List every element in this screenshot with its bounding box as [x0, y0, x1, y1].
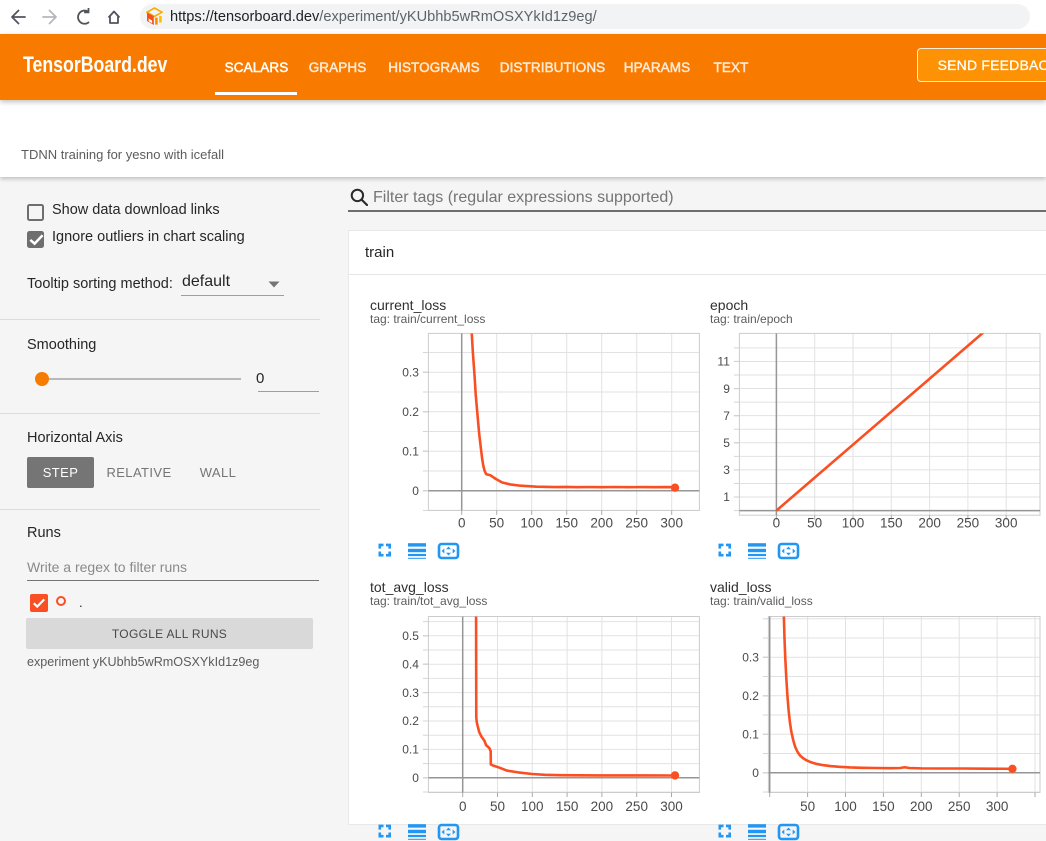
- svg-text:0: 0: [458, 516, 466, 531]
- svg-text:300: 300: [660, 799, 683, 814]
- svg-text:0.3: 0.3: [742, 651, 759, 665]
- svg-text:300: 300: [995, 516, 1018, 531]
- svg-text:150: 150: [555, 516, 578, 531]
- svg-text:50: 50: [800, 799, 815, 814]
- svg-text:0: 0: [412, 484, 419, 498]
- svg-text:0: 0: [773, 516, 781, 531]
- svg-text:150: 150: [556, 799, 579, 814]
- svg-text:200: 200: [591, 799, 614, 814]
- svg-text:0.2: 0.2: [402, 405, 419, 419]
- svg-text:0.1: 0.1: [742, 728, 759, 742]
- svg-text:50: 50: [807, 516, 822, 531]
- svg-text:50: 50: [490, 799, 505, 814]
- svg-text:150: 150: [880, 516, 903, 531]
- svg-text:9: 9: [723, 382, 730, 396]
- svg-text:100: 100: [520, 516, 543, 531]
- svg-text:200: 200: [910, 799, 933, 814]
- svg-text:1: 1: [723, 490, 730, 504]
- svg-text:250: 250: [625, 516, 648, 531]
- svg-text:100: 100: [834, 799, 857, 814]
- svg-text:0: 0: [752, 766, 759, 780]
- svg-text:100: 100: [842, 516, 865, 531]
- svg-text:200: 200: [590, 516, 613, 531]
- svg-text:0: 0: [459, 799, 467, 814]
- svg-text:200: 200: [918, 516, 941, 531]
- svg-text:100: 100: [521, 799, 544, 814]
- svg-text:0.5: 0.5: [402, 629, 419, 643]
- svg-text:250: 250: [957, 516, 980, 531]
- svg-text:0.2: 0.2: [742, 689, 759, 703]
- svg-text:250: 250: [625, 799, 648, 814]
- svg-text:7: 7: [723, 409, 730, 423]
- svg-text:0.1: 0.1: [402, 444, 419, 458]
- svg-text:11: 11: [717, 355, 730, 369]
- svg-text:300: 300: [660, 516, 683, 531]
- svg-text:0.4: 0.4: [402, 657, 419, 671]
- svg-text:300: 300: [986, 799, 1009, 814]
- svg-text:0: 0: [412, 771, 419, 785]
- svg-text:0.1: 0.1: [402, 743, 419, 757]
- svg-text:5: 5: [723, 436, 730, 450]
- svg-text:250: 250: [948, 799, 971, 814]
- svg-text:50: 50: [489, 516, 504, 531]
- svg-text:0.2: 0.2: [402, 714, 419, 728]
- svg-text:3: 3: [723, 463, 730, 477]
- svg-text:0.3: 0.3: [402, 686, 419, 700]
- svg-text:150: 150: [872, 799, 895, 814]
- svg-text:0.3: 0.3: [402, 365, 419, 379]
